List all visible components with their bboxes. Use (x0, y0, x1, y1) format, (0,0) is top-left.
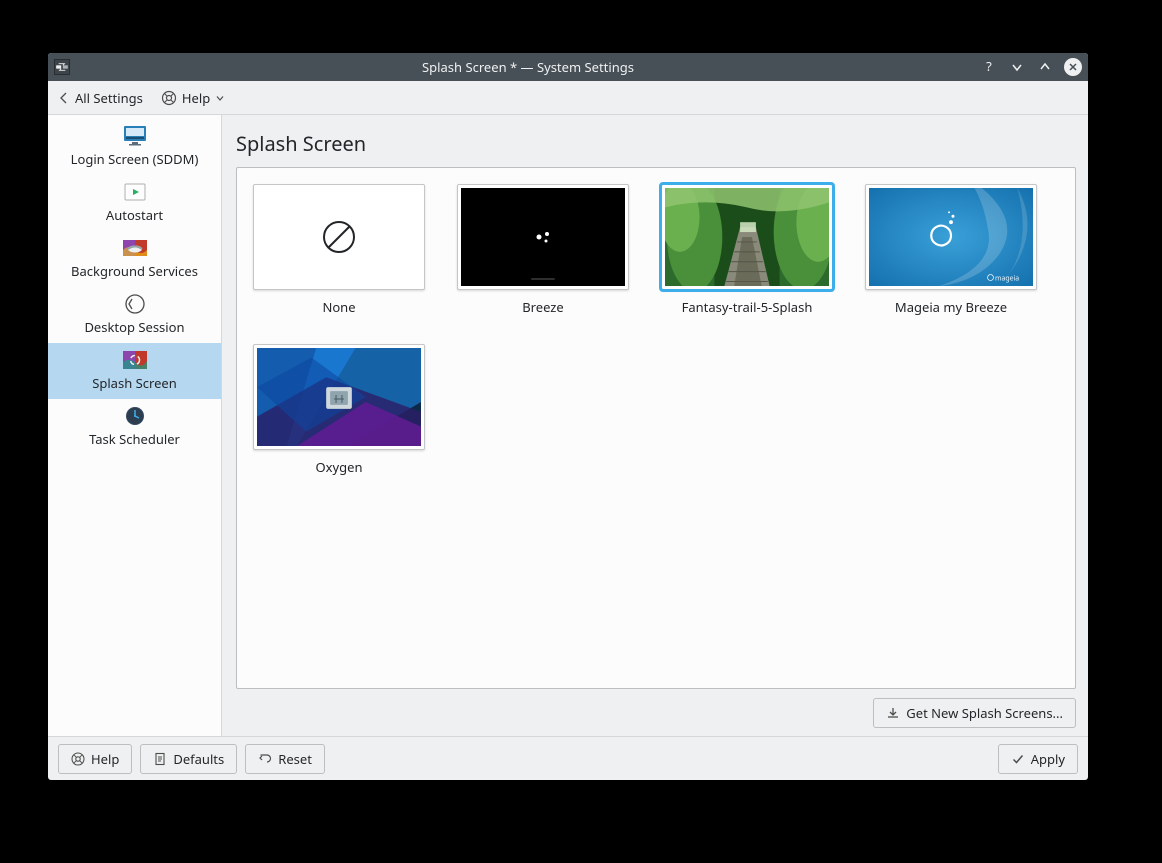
chevron-left-icon (58, 92, 70, 104)
splash-grid: None (253, 184, 1059, 476)
sidebar-item-label: Login Screen (SDDM) (71, 150, 199, 168)
sidebar-item-splash-screen[interactable]: Splash Screen (48, 343, 221, 399)
splash-thumb-mageia: mageia (865, 184, 1037, 290)
sidebar-item-label: Splash Screen (92, 374, 177, 392)
apply-button[interactable]: Apply (998, 744, 1078, 774)
reset-button-label: Reset (278, 750, 312, 768)
help-label: Help (182, 89, 210, 107)
body: Login Screen (SDDM) Autostart Background… (48, 115, 1088, 736)
mageia-preview: mageia (869, 188, 1033, 286)
help-button-label: Help (91, 750, 119, 768)
sidebar-item-background-services[interactable]: Background Services (48, 231, 221, 287)
background-services-icon (122, 237, 148, 259)
splash-tile-breeze[interactable]: Breeze (457, 184, 629, 316)
window-title: Splash Screen * — System Settings (76, 58, 980, 76)
get-new-label: Get New Splash Screens... (906, 704, 1063, 722)
splash-tile-label: None (322, 298, 355, 316)
splash-thumb-fantasy (661, 184, 833, 290)
maximize-icon[interactable] (1036, 58, 1054, 76)
titlebar: Splash Screen * — System Settings ? (48, 53, 1088, 81)
splash-tile-fantasy-trail[interactable]: Fantasy-trail-5-Splash (661, 184, 833, 316)
splash-grid-frame: None (236, 167, 1076, 689)
close-icon[interactable] (1064, 58, 1082, 76)
oxygen-preview (257, 348, 421, 446)
splash-tile-none[interactable]: None (253, 184, 425, 316)
sidebar-item-label: Desktop Session (84, 318, 184, 336)
defaults-button[interactable]: Defaults (140, 744, 237, 774)
sidebar-item-label: Autostart (106, 206, 163, 224)
svg-text:mageia: mageia (995, 274, 1019, 283)
sidebar-item-autostart[interactable]: Autostart (48, 175, 221, 231)
undo-icon (258, 752, 272, 766)
check-icon (1011, 752, 1025, 766)
toolbar: All Settings Help (48, 81, 1088, 115)
sidebar-item-label: Background Services (71, 262, 198, 280)
svg-text:?: ? (986, 60, 992, 74)
chevron-down-icon (215, 93, 225, 103)
document-revert-icon (153, 752, 167, 766)
sidebar-item-login-screen[interactable]: Login Screen (SDDM) (48, 119, 221, 175)
all-settings-button[interactable]: All Settings (58, 89, 143, 107)
lifebuoy-icon (71, 752, 85, 766)
splash-screen-icon (122, 349, 148, 371)
splash-tile-oxygen[interactable]: Oxygen (253, 344, 425, 476)
footer: Help Defaults Reset Apply (48, 736, 1088, 780)
minimize-icon[interactable] (1008, 58, 1026, 76)
help-menu-button[interactable]: Help (161, 89, 225, 107)
splash-tile-label: Breeze (522, 298, 564, 316)
sidebar: Login Screen (SDDM) Autostart Background… (48, 115, 222, 736)
defaults-button-label: Defaults (173, 750, 224, 768)
splash-thumb-oxygen (253, 344, 425, 450)
splash-tile-mageia[interactable]: mageia Mageia my Breeze (865, 184, 1037, 316)
lifebuoy-icon (161, 90, 177, 106)
page-title: Splash Screen (236, 130, 1076, 157)
actions-row: Get New Splash Screens... (236, 689, 1076, 728)
apply-button-label: Apply (1031, 750, 1065, 768)
autostart-icon (122, 181, 148, 203)
main-panel: Splash Screen None (222, 115, 1088, 736)
sidebar-item-label: Task Scheduler (89, 430, 180, 448)
get-new-splash-button[interactable]: Get New Splash Screens... (873, 698, 1076, 728)
sidebar-item-task-scheduler[interactable]: Task Scheduler (48, 399, 221, 455)
download-icon (886, 706, 900, 720)
splash-thumb-breeze (457, 184, 629, 290)
reset-button[interactable]: Reset (245, 744, 325, 774)
help-titlebar-icon[interactable]: ? (980, 58, 998, 76)
splash-tile-label: Oxygen (315, 458, 362, 476)
login-screen-icon (122, 125, 148, 147)
desktop-session-icon (122, 293, 148, 315)
window-controls: ? (980, 58, 1082, 76)
sidebar-item-desktop-session[interactable]: Desktop Session (48, 287, 221, 343)
all-settings-label: All Settings (75, 89, 143, 107)
app-icon (54, 59, 70, 75)
splash-tile-label: Fantasy-trail-5-Splash (682, 298, 813, 316)
system-settings-window: Splash Screen * — System Settings ? All … (48, 53, 1088, 780)
splash-tile-label: Mageia my Breeze (895, 298, 1007, 316)
fantasy-trail-preview (665, 188, 829, 286)
breeze-spinner-icon (533, 227, 553, 247)
task-scheduler-icon (122, 405, 148, 427)
none-icon (319, 217, 359, 257)
splash-thumb-none (253, 184, 425, 290)
help-button[interactable]: Help (58, 744, 132, 774)
